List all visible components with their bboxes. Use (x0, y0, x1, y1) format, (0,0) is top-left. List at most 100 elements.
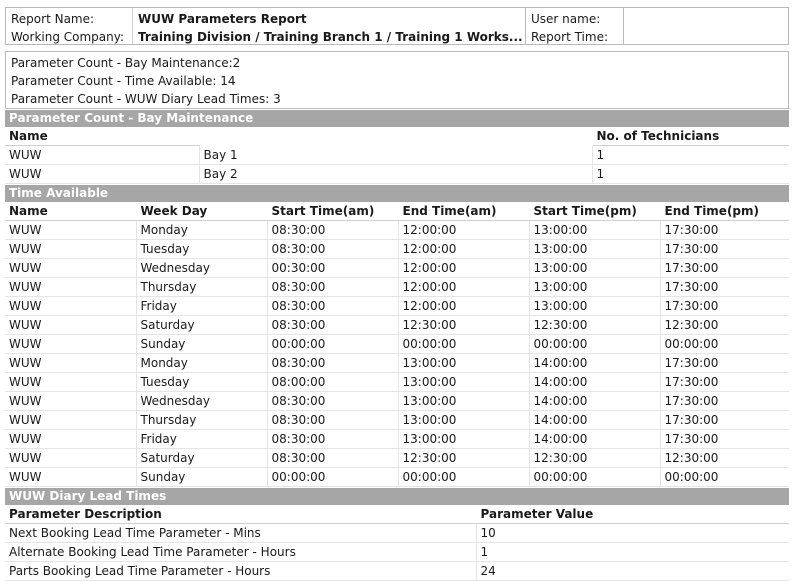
table-cell: 17:30:00 (659, 239, 789, 259)
table-cell: 14:00:00 (528, 410, 660, 430)
table-row: WUW Sunday 00:00:00 00:00:00 00:00:00 00:00:0… (5, 467, 789, 487)
column-header-start-am: Start Time(am) (266, 202, 398, 221)
table-cell: Next Booking Lead Time Parameter - Mins (5, 523, 476, 543)
table-cell: 00:30:00 (266, 258, 398, 278)
user-name-label: User name: (531, 12, 601, 26)
table-cell: WUW (5, 410, 136, 430)
table-cell: 14:00:00 (528, 391, 660, 411)
table-cell: 00:00:00 (266, 334, 398, 354)
table-cell: 13:00:00 (528, 258, 660, 278)
table-cell: 12:00:00 (397, 239, 529, 259)
table-cell: 17:30:00 (659, 277, 789, 297)
report-time-label: Report Time: (531, 30, 609, 44)
table-row: WUW Friday 08:30:00 12:00:00 13:00:00 17:30:0… (5, 296, 789, 316)
table-cell: 08:30:00 (266, 315, 398, 335)
table-cell: Saturday (135, 315, 267, 335)
table-cell: Monday (135, 220, 267, 240)
table-cell: 1 (475, 542, 789, 562)
table-cell: WUW (5, 448, 136, 468)
table-cell: WUW (5, 277, 136, 297)
table-cell: 13:00:00 (397, 353, 529, 373)
header-values: WUW Parameters Report Training Division … (133, 8, 526, 44)
table-cell: 12:00:00 (397, 296, 529, 316)
table-cell: 13:00:00 (397, 429, 529, 449)
table-cell: Friday (135, 429, 267, 449)
table-cell: 1 (591, 164, 789, 184)
table-cell: WUW (5, 353, 136, 373)
table-cell: WUW (5, 467, 136, 487)
table-cell: 13:00:00 (528, 239, 660, 259)
table-cell: 17:30:00 (659, 372, 789, 392)
bay-maintenance-table: Name No. of Technicians WUW Bay 1 1 WUW Bay … (5, 127, 789, 184)
table-cell: Friday (135, 296, 267, 316)
table-row: WUW Thursday 08:30:00 12:00:00 13:00:00 17:30… (5, 277, 789, 297)
table-cell: 1 (591, 145, 789, 165)
table-cell: 12:30:00 (528, 448, 660, 468)
table-cell: Sunday (135, 467, 267, 487)
table-cell: Wednesday (135, 258, 267, 278)
table-row: WUW Saturday 08:30:00 12:30:00 12:30:00 12:30… (5, 448, 789, 468)
time-available-table: Name Week Day Start Time(am) End Time(am… (5, 202, 789, 487)
table-cell: Saturday (135, 448, 267, 468)
report-time-value (629, 28, 783, 44)
table-cell: 14:00:00 (528, 353, 660, 373)
report: Report Name: Working Company: WUW Parame… (5, 7, 789, 581)
table-cell: 00:00:00 (397, 467, 529, 487)
diary-lead-times-table: Parameter Description Parameter Value Ne… (5, 505, 789, 581)
table-cell: 12:30:00 (397, 315, 529, 335)
table-row: WUW Bay 11 (5, 145, 789, 165)
table-cell: WUW (5, 334, 136, 354)
table-cell: 17:30:00 (659, 410, 789, 430)
table-cell: 12:00:00 (397, 277, 529, 297)
table-cell: 17:30:00 (659, 429, 789, 449)
table-cell: Thursday (135, 277, 267, 297)
table-cell: 00:00:00 (659, 467, 789, 487)
table-header: Parameter Description Parameter Value (5, 505, 789, 524)
table-cell: Bay 2 (198, 164, 592, 184)
table-cell: WUW (5, 220, 136, 240)
table-cell: WUW (5, 391, 136, 411)
working-company-value: Training Division / Training Branch 1 / … (138, 30, 523, 44)
table-cell: 12:30:00 (397, 448, 529, 468)
table-row: Alternate Booking Lead Time Parameter - … (5, 542, 789, 562)
table-cell: Sunday (135, 334, 267, 354)
table-cell: 08:00:00 (266, 372, 398, 392)
table-cell: Thursday (135, 410, 267, 430)
table-cell: 17:30:00 (659, 220, 789, 240)
table-cell: 13:00:00 (528, 296, 660, 316)
column-header-parameter-description: Parameter Description (5, 505, 476, 524)
table-cell: 08:30:00 (266, 410, 398, 430)
table-cell: 12:00:00 (397, 258, 529, 278)
table-cell: 08:30:00 (266, 220, 398, 240)
table-cell: 00:00:00 (659, 334, 789, 354)
working-company-label: Working Company: (11, 30, 125, 44)
table-cell: 13:00:00 (397, 372, 529, 392)
header-labels: Report Name: Working Company: (6, 8, 133, 44)
table-cell: 12:30:00 (528, 315, 660, 335)
column-header-parameter-value: Parameter Value (475, 505, 789, 524)
column-header-name: Name (5, 127, 199, 146)
table-row: WUW Thursday 08:30:00 13:00:00 14:00:00 17:30… (5, 410, 789, 430)
table-cell: 17:30:00 (659, 353, 789, 373)
table-row: WUW Friday 08:30:00 13:00:00 14:00:00 17:30:0… (5, 429, 789, 449)
section-diary-lead-times-title: WUW Diary Lead Times (5, 488, 789, 505)
table-cell: WUW (5, 315, 136, 335)
table-row: WUW Wednesday 08:30:00 13:00:00 14:00:00 17:3… (5, 391, 789, 411)
report-name-value: WUW Parameters Report (138, 12, 307, 26)
table-header: Name Week Day Start Time(am) End Time(am… (5, 202, 789, 221)
header-user-labels: User name: Report Time: (526, 8, 624, 44)
table-row: WUW Wednesday 00:30:00 12:00:00 13:00:00 17:3… (5, 258, 789, 278)
table-cell: 08:30:00 (266, 296, 398, 316)
report-header: Report Name: Working Company: WUW Parame… (5, 7, 789, 45)
column-header-end-pm: End Time(pm) (659, 202, 789, 221)
summary-time-count: Parameter Count - Time Available: 14 (11, 74, 236, 88)
column-header-bay (198, 127, 592, 146)
table-cell: 08:30:00 (266, 429, 398, 449)
section-time-available-title: Time Available (5, 185, 789, 202)
table-row: WUW Bay 21 (5, 164, 789, 184)
table-cell: WUW (5, 296, 136, 316)
table-cell: WUW (5, 429, 136, 449)
column-header-end-am: End Time(am) (397, 202, 529, 221)
table-cell: 00:00:00 (266, 467, 398, 487)
table-cell: Tuesday (135, 239, 267, 259)
